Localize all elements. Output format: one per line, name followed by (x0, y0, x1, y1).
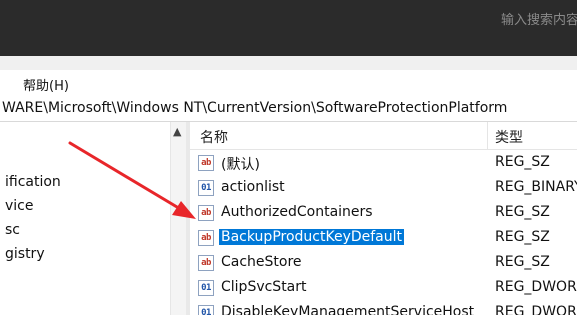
value-name: (默认) (221, 157, 260, 173)
value-type: REG_DWORD (495, 304, 577, 315)
binary-value-icon: 01 (198, 305, 214, 315)
list-item[interactable]: ab AuthorizedContainers REG_SZ (190, 202, 577, 226)
list-item[interactable]: ab CacheStore REG_SZ (190, 252, 577, 276)
menu-help[interactable]: 帮助(H) (23, 75, 69, 94)
value-name: BackupProductKeyDefault (219, 229, 405, 245)
binary-value-icon: 01 (198, 180, 214, 196)
list-item[interactable]: 01 DisableKeyManagementServiceHost REG_D… (190, 302, 577, 315)
value-type: REG_BINARY (495, 179, 577, 195)
tree-item[interactable]: sc (5, 222, 20, 238)
list-item[interactable]: 01 actionlist REG_BINARY (190, 177, 577, 201)
list-item[interactable]: 01 ClipSvcStart REG_DWORD (190, 277, 577, 301)
value-name: actionlist (221, 179, 285, 195)
tree-scrollbar[interactable]: ▲ (170, 122, 187, 315)
tree-item[interactable]: gistry (5, 246, 45, 262)
value-type: REG_SZ (495, 204, 550, 220)
list-item[interactable]: ab (默认) REG_SZ (190, 152, 577, 176)
string-value-icon: ab (198, 205, 214, 221)
string-value-icon: ab (198, 230, 214, 246)
column-name-header[interactable]: 名称 (200, 127, 228, 147)
tree-item[interactable]: vice (5, 198, 34, 214)
column-type-header[interactable]: 类型 (495, 127, 523, 147)
key-tree: ification vice sc gistry (0, 122, 186, 315)
value-type: REG_SZ (495, 154, 550, 170)
column-separator[interactable] (487, 122, 488, 149)
value-name: AuthorizedContainers (221, 204, 373, 220)
string-value-icon: ab (198, 155, 214, 171)
binary-value-icon: 01 (198, 280, 214, 296)
list-header: 名称 类型 (190, 122, 577, 150)
window-gap (0, 56, 577, 70)
list-item-selected[interactable]: ab BackupProductKeyDefault REG_SZ (190, 227, 577, 251)
value-type: REG_SZ (495, 229, 550, 245)
address-bar[interactable]: WARE\Microsoft\Windows NT\CurrentVersion… (0, 98, 577, 122)
address-path[interactable]: WARE\Microsoft\Windows NT\CurrentVersion… (2, 100, 507, 116)
search-hint[interactable]: 输入搜索内容 (501, 9, 577, 28)
string-value-icon: ab (198, 255, 214, 271)
value-name: ClipSvcStart (221, 279, 307, 295)
menu-bar: 帮助(H) (0, 70, 577, 99)
value-type: REG_DWORD (495, 279, 577, 295)
value-name: DisableKeyManagementServiceHost (221, 304, 475, 315)
value-name: CacheStore (221, 254, 302, 270)
value-type: REG_SZ (495, 254, 550, 270)
scroll-up-icon[interactable]: ▲ (173, 125, 181, 138)
value-list: 名称 类型 ab (默认) REG_SZ 01 actionlist REG_B… (190, 122, 577, 315)
tree-item[interactable]: ification (5, 174, 61, 190)
title-bar: 输入搜索内容 (0, 0, 577, 56)
